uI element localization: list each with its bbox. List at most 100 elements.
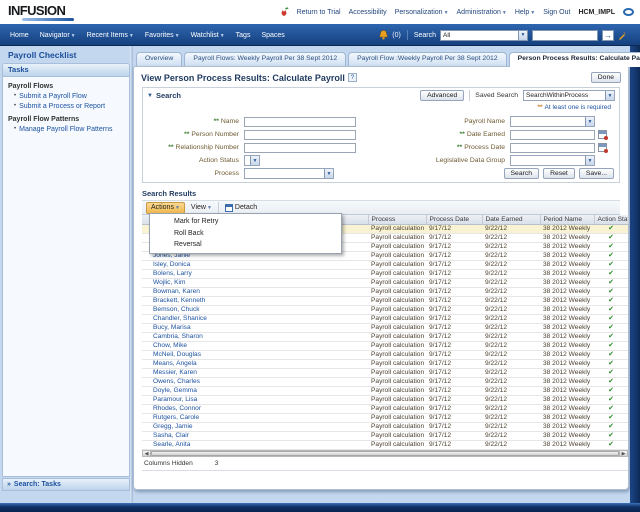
table-row[interactable]: Rutgers, CarolePayroll calculation9/17/1… (142, 414, 628, 423)
collapse-icon[interactable]: ▼ (147, 93, 153, 99)
person-name-link[interactable]: Rhodes, Connor (153, 405, 201, 412)
menu-favorites[interactable]: Favorites▼ (145, 32, 180, 39)
table-row[interactable]: Cambria, SharonPayroll calculation9/17/1… (142, 333, 628, 342)
done-button[interactable]: Done (591, 72, 621, 83)
person-number-field[interactable] (244, 130, 356, 140)
person-name-link[interactable]: Bucy, Marisa (153, 324, 191, 331)
menu-item-reversal[interactable]: Reversal (150, 239, 341, 251)
table-row[interactable]: Messier, KarenPayroll calculation9/17/12… (142, 369, 628, 378)
person-name-link[interactable]: Wojlic, Kim (153, 279, 185, 286)
column-header-process[interactable]: Process (368, 215, 426, 225)
help-icon[interactable]: ? (348, 73, 357, 82)
table-row[interactable]: Gregg, JamiePayroll calculation9/17/129/… (142, 423, 628, 432)
table-row[interactable]: Doyle, GemmaPayroll calculation9/17/129/… (142, 387, 628, 396)
menu-home[interactable]: Home (10, 32, 29, 39)
notification-count[interactable]: (0) (392, 32, 401, 39)
column-header-process-date[interactable]: Process Date (426, 215, 482, 225)
table-row[interactable]: Sasha, ClairPayroll calculation9/17/129/… (142, 432, 628, 441)
table-row[interactable]: Brackett, KennethPayroll calculation9/17… (142, 297, 628, 306)
search-button[interactable]: Search (504, 168, 540, 179)
menu-spaces[interactable]: Spaces (261, 32, 284, 39)
accessibility-link[interactable]: Accessibility (349, 9, 387, 16)
legislative-data-group-select[interactable]: ▼ (510, 155, 595, 166)
table-row[interactable]: Bucy, MarisaPayroll calculation9/17/129/… (142, 324, 628, 333)
table-row[interactable]: Paramour, LisaPayroll calculation9/17/12… (142, 396, 628, 405)
menu-watchlist[interactable]: Watchlist▼ (191, 32, 225, 39)
menu-item-roll-back[interactable]: Roll Back (150, 228, 341, 240)
person-name-link[interactable]: Isley, Donica (153, 261, 190, 268)
person-name-link[interactable]: Sasha, Clair (153, 432, 189, 439)
table-row[interactable]: Bemson, ChuckPayroll calculation9/17/129… (142, 306, 628, 315)
person-name-link[interactable]: Gregg, Jamie (153, 423, 193, 430)
table-row[interactable]: Rhodes, ConnorPayroll calculation9/17/12… (142, 405, 628, 414)
help-menu[interactable]: Help▼ (515, 9, 535, 16)
date-earned-field[interactable] (510, 130, 595, 140)
table-row[interactable]: Isley, DonicaPayroll calculation9/17/129… (142, 261, 628, 270)
person-name-link[interactable]: Messier, Karen (153, 369, 197, 376)
person-name-link[interactable]: Bemson, Chuck (153, 306, 200, 313)
payroll-name-select[interactable]: ▼ (510, 116, 595, 127)
sidebar-link-manage-flow-patterns[interactable]: Manage Payroll Flow Patterns (19, 126, 112, 133)
tab-person-process-results[interactable]: Person Process Results: Calculate Payrol… (509, 52, 640, 67)
table-row[interactable]: Means, AngelaPayroll calculation9/17/129… (142, 360, 628, 369)
calendar-icon[interactable] (598, 143, 607, 152)
process-date-field[interactable] (510, 143, 595, 153)
return-to-trial-link[interactable]: Return to Trial (297, 9, 341, 16)
personalization-menu[interactable]: Personalization▼ (395, 9, 449, 16)
sidebar-link-submit-process-report[interactable]: Submit a Process or Report (19, 103, 105, 110)
calendar-icon[interactable] (598, 130, 607, 139)
process-select[interactable]: ▼ (244, 168, 334, 179)
view-menu-button[interactable]: View▼ (191, 204, 212, 211)
administration-menu[interactable]: Administration▼ (457, 9, 507, 16)
person-name-link[interactable]: Searle, Anita (153, 441, 190, 448)
global-search-scope-select[interactable]: All ▼ (440, 30, 528, 41)
sidebar-search-tasks-bar[interactable]: » Search: Tasks (2, 478, 130, 491)
detach-button[interactable]: Detach (225, 204, 257, 212)
save-button[interactable]: Save... (579, 168, 614, 179)
actions-menu-button[interactable]: Actions▼ (146, 202, 185, 214)
person-name-link[interactable]: Paramour, Lisa (153, 396, 197, 403)
table-row[interactable]: Bolens, LarryPayroll calculation9/17/129… (142, 270, 628, 279)
person-name-link[interactable]: Chow, Mike (153, 342, 187, 349)
table-row[interactable]: Wojlic, KimPayroll calculation9/17/129/2… (142, 279, 628, 288)
column-header-period-name[interactable]: Period Name (540, 215, 594, 225)
advanced-search-icon[interactable] (618, 31, 626, 40)
scrollbar-thumb[interactable] (151, 451, 619, 456)
notifications-bell-icon[interactable] (379, 30, 388, 40)
scroll-right-arrow[interactable]: ▶ (619, 451, 627, 456)
global-search-input[interactable] (532, 30, 598, 41)
table-row[interactable]: Chow, MikePayroll calculation9/17/129/22… (142, 342, 628, 351)
column-header-action-status[interactable]: Action Stat (594, 215, 628, 225)
menu-tags[interactable]: Tags (236, 32, 251, 39)
tasks-panel-header[interactable]: Tasks (3, 64, 129, 77)
column-header-date-earned[interactable]: Date Earned (482, 215, 540, 225)
menu-item-mark-for-retry[interactable]: Mark for Retry (150, 216, 341, 228)
person-name-link[interactable]: Doyle, Gemma (153, 387, 197, 394)
person-name-link[interactable]: McNeil, Douglas (153, 351, 201, 358)
action-status-select[interactable]: ▼ (244, 155, 260, 166)
saved-search-select[interactable]: SearchWithinProcess ▼ (523, 90, 615, 101)
sidebar-link-submit-payroll-flow[interactable]: Submit a Payroll Flow (19, 93, 87, 100)
person-name-link[interactable]: Brackett, Kenneth (153, 297, 205, 304)
table-row[interactable]: Chandler, ShanicePayroll calculation9/17… (142, 315, 628, 324)
person-name-link[interactable]: Cambria, Sharon (153, 333, 203, 340)
advanced-button[interactable]: Advanced (420, 90, 464, 101)
menu-navigator[interactable]: Navigator▼ (40, 32, 76, 39)
table-row[interactable]: Bowman, KarenPayroll calculation9/17/129… (142, 288, 628, 297)
scroll-left-arrow[interactable]: ◀ (143, 451, 151, 456)
horizontal-scrollbar[interactable]: ◀ ▶ (142, 450, 628, 457)
table-row[interactable]: Owens, CharlesPayroll calculation9/17/12… (142, 378, 628, 387)
person-name-link[interactable]: Rutgers, Carole (153, 414, 199, 421)
tab-payroll-flows[interactable]: Payroll Flows: Weekly Payroll Per 38 Sep… (184, 52, 346, 66)
tab-payroll-flow[interactable]: Payroll Flow :Weekly Payroll Per 38 Sept… (348, 52, 506, 66)
menu-recent-items[interactable]: Recent Items▼ (87, 32, 134, 39)
person-name-link[interactable]: Chandler, Shanice (153, 315, 207, 322)
table-row[interactable]: McNeil, DouglasPayroll calculation9/17/1… (142, 351, 628, 360)
person-name-link[interactable]: Bolens, Larry (153, 270, 192, 277)
relationship-number-field[interactable] (244, 143, 356, 153)
person-name-link[interactable]: Means, Angela (153, 360, 197, 367)
table-row[interactable]: Searle, AnitaPayroll calculation9/17/129… (142, 441, 628, 450)
person-name-link[interactable]: Owens, Charles (153, 378, 200, 385)
search-go-button[interactable]: → (602, 30, 614, 41)
name-field[interactable] (244, 117, 356, 127)
